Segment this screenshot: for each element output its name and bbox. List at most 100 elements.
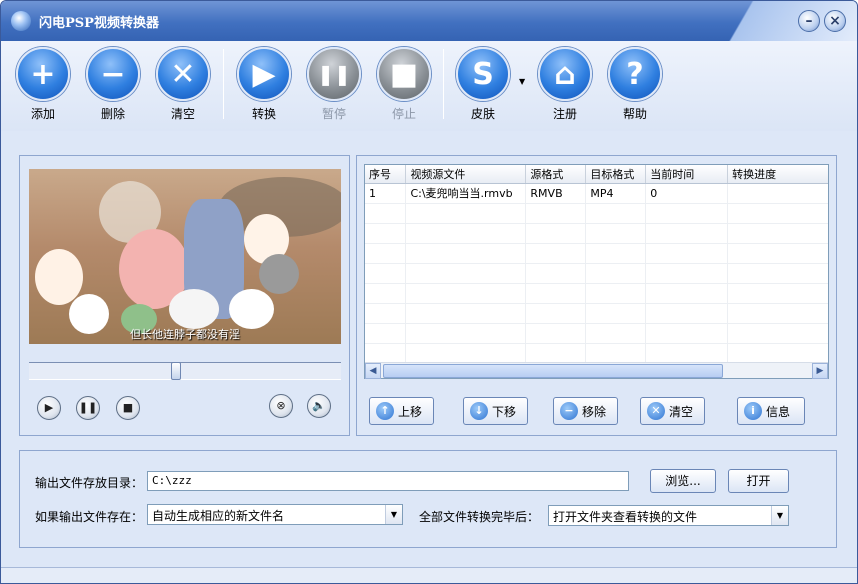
- column-header[interactable]: 转换进度: [727, 165, 828, 184]
- move-up-label: 上移: [398, 404, 423, 419]
- toolbar-separator: [443, 49, 444, 119]
- toolbar-separator: [223, 49, 224, 119]
- output-settings-panel: [19, 450, 837, 548]
- seek-thumb[interactable]: [171, 362, 181, 380]
- clear-list-label: 清空: [669, 404, 694, 419]
- column-header[interactable]: 视频源文件: [405, 165, 527, 184]
- volume-button[interactable]: 🔈: [307, 394, 331, 418]
- table-row[interactable]: 1 C:\麦兜响当当.rmvb RMVB MP4 0: [365, 183, 828, 204]
- stop-button[interactable]: ■ 停止: [374, 47, 434, 122]
- file-exists-select[interactable]: 自动生成相应的新文件名 ▼: [147, 504, 403, 525]
- empty-row: [365, 343, 828, 364]
- add-button-label: 添加: [30, 107, 55, 121]
- chevron-down-icon[interactable]: ▼: [771, 506, 788, 525]
- horizontal-scrollbar[interactable]: ◀ ▶: [365, 362, 828, 379]
- chevron-down-icon[interactable]: ▼: [385, 505, 402, 524]
- main-window: 闪电PSP视频转换器 – × + 添加 − 删除 ✕ 清空 ▶ 转换 ❚❚ 暂停 ■ 停止 …: [0, 0, 858, 584]
- play-icon: ▶: [237, 47, 291, 101]
- column-header[interactable]: 当前时间: [645, 165, 729, 184]
- clear-button[interactable]: ✕ 清空: [153, 47, 213, 122]
- snapshot-button[interactable]: ⊗: [269, 394, 293, 418]
- after-done-select[interactable]: 打开文件夹查看转换的文件 ▼: [548, 505, 789, 526]
- delete-button[interactable]: − 删除: [83, 47, 143, 122]
- convert-button-label: 转换: [251, 107, 276, 121]
- empty-row: [365, 263, 828, 284]
- empty-row: [365, 223, 828, 244]
- after-done-value: 打开文件夹查看转换的文件: [553, 510, 698, 524]
- remove-item-button[interactable]: − 移除: [553, 397, 618, 425]
- close-button[interactable]: ×: [824, 10, 846, 32]
- video-subtitle: 但长他连脖子都没有淫: [130, 328, 240, 341]
- remove-icon: −: [86, 47, 140, 101]
- empty-row: [365, 283, 828, 304]
- open-button[interactable]: 打开: [728, 469, 789, 493]
- title-bar[interactable]: 闪电PSP视频转换器 – ×: [1, 1, 857, 41]
- table-cell: MP4: [585, 183, 647, 204]
- scroll-left-icon[interactable]: ◀: [365, 363, 381, 379]
- toolbar: + 添加 − 删除 ✕ 清空 ▶ 转换 ❚❚ 暂停 ■ 停止 S 皮肤 ▼ ⌂ 注册 ? 帮助: [1, 41, 857, 131]
- table-cell: 1: [365, 183, 407, 204]
- pause-icon: ❚❚: [307, 47, 361, 101]
- info-label: 信息: [766, 404, 791, 419]
- help-icon: ?: [608, 47, 662, 101]
- scene-shape: [169, 289, 219, 329]
- help-button[interactable]: ? 帮助: [605, 47, 665, 122]
- minus-icon: −: [560, 402, 578, 420]
- home-icon: ⌂: [538, 47, 592, 101]
- clear-icon: ✕: [156, 47, 210, 101]
- minimize-button[interactable]: –: [798, 10, 820, 32]
- stop-icon: ■: [377, 47, 431, 101]
- convert-button[interactable]: ▶ 转换: [234, 47, 294, 122]
- help-button-label: 帮助: [622, 107, 647, 121]
- file-exists-label: 如果输出文件存在：: [35, 510, 144, 524]
- after-done-label: 全部文件转换完毕后：: [419, 510, 540, 524]
- output-dir-label: 输出文件存放目录：: [35, 476, 144, 490]
- status-bar: [1, 567, 857, 583]
- table-cell: RMVB: [525, 183, 587, 204]
- output-dir-input[interactable]: C:\zzz: [147, 471, 629, 491]
- pause-button-label: 暂停: [321, 107, 346, 121]
- arrow-up-icon: ↑: [376, 402, 394, 420]
- scroll-thumb[interactable]: [383, 364, 723, 378]
- browse-button[interactable]: 浏览...: [650, 469, 716, 493]
- empty-row: [365, 203, 828, 224]
- scroll-right-icon[interactable]: ▶: [812, 363, 828, 379]
- empty-row: [365, 303, 828, 324]
- remove-item-label: 移除: [582, 404, 607, 419]
- register-button[interactable]: ⌂ 注册: [535, 47, 595, 122]
- pause-button[interactable]: ❚❚ 暂停: [304, 47, 364, 122]
- app-icon: [11, 11, 31, 31]
- table-cell: 0: [645, 183, 729, 204]
- column-header[interactable]: 目标格式: [585, 165, 647, 184]
- register-button-label: 注册: [552, 107, 577, 121]
- skin-icon: S: [456, 47, 510, 101]
- column-header[interactable]: 源格式: [525, 165, 587, 184]
- add-button[interactable]: + 添加: [13, 47, 73, 122]
- move-down-label: 下移: [492, 404, 517, 419]
- skin-dropdown-arrow[interactable]: ▼: [519, 77, 525, 86]
- delete-button-label: 删除: [100, 107, 125, 121]
- arrow-down-icon: ↓: [470, 402, 488, 420]
- column-header[interactable]: 序号: [365, 165, 407, 184]
- window-title: 闪电PSP视频转换器: [39, 16, 159, 31]
- file-exists-value: 自动生成相应的新文件名: [152, 509, 285, 523]
- seek-slider[interactable]: [29, 362, 341, 380]
- info-button[interactable]: i 信息: [737, 397, 805, 425]
- file-list[interactable]: 序号 视频源文件 源格式 目标格式 当前时间 转换进度 1 C:\麦兜响当当.r…: [364, 164, 829, 379]
- player-pause-button[interactable]: ❚❚: [76, 396, 100, 420]
- skin-button[interactable]: S 皮肤: [453, 47, 513, 122]
- table-cell: [727, 183, 828, 204]
- scene-shape: [259, 254, 299, 294]
- empty-row: [365, 323, 828, 344]
- scene-shape: [35, 249, 83, 305]
- player-play-button[interactable]: ▶: [37, 396, 61, 420]
- scene-shape: [229, 289, 274, 329]
- empty-row: [365, 243, 828, 264]
- move-down-button[interactable]: ↓ 下移: [463, 397, 528, 425]
- move-up-button[interactable]: ↑ 上移: [369, 397, 434, 425]
- player-stop-button[interactable]: ■: [116, 396, 140, 420]
- clear-list-button[interactable]: ✕ 清空: [640, 397, 705, 425]
- info-icon: i: [744, 402, 762, 420]
- stop-button-label: 停止: [391, 107, 416, 121]
- table-cell: C:\麦兜响当当.rmvb: [405, 183, 527, 204]
